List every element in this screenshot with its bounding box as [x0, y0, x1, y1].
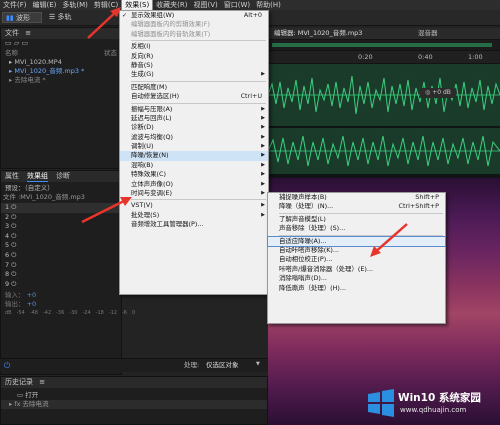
arrow-to-adaptive-noise — [370, 223, 408, 257]
watermark: Win10 系统家园 www.qdhuajin.com — [366, 384, 500, 425]
watermark-title: Win10 系统家园 — [398, 392, 481, 404]
arrow-to-effects-menu — [87, 7, 121, 39]
watermark-url: www.qdhuajin.com — [400, 406, 467, 414]
win10-logo — [368, 389, 394, 417]
arrow-to-noise-reduction — [81, 197, 132, 224]
annotation-arrows — [81, 7, 408, 257]
